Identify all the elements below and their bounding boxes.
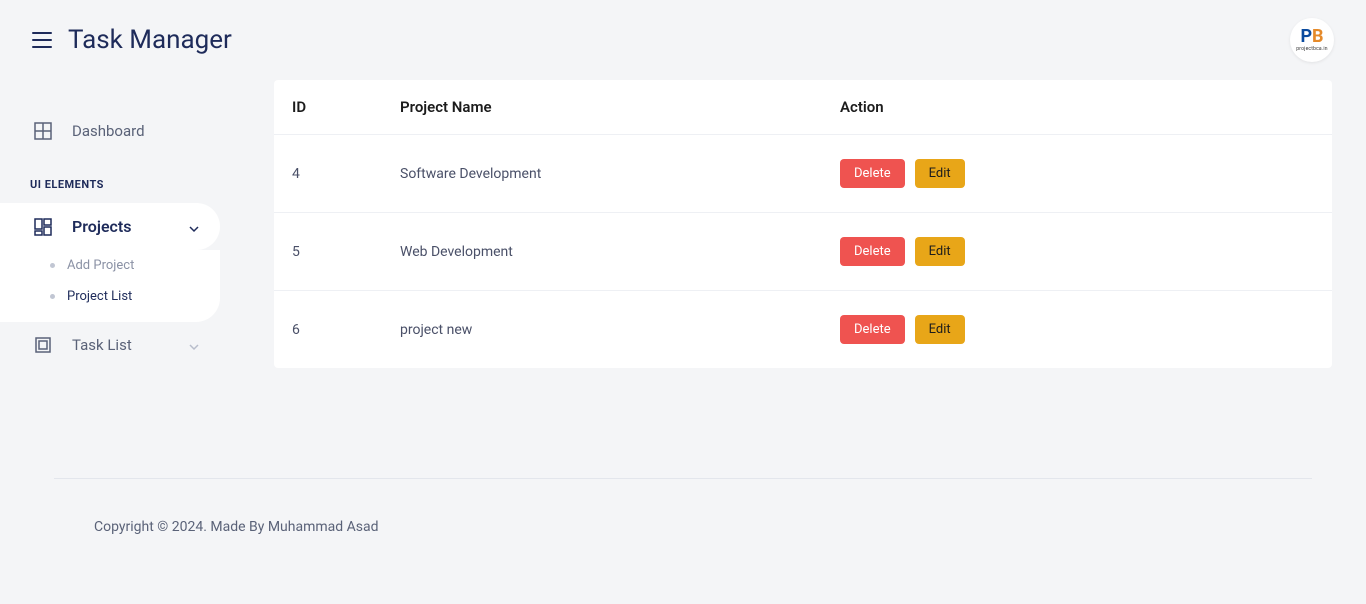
sidebar-item-label: Task List (72, 336, 132, 354)
sidebar-item-label: Dashboard (72, 122, 145, 140)
cell-action: Delete Edit (824, 213, 1332, 291)
layout: Dashboard UI ELEMENTS Projects Add Proje… (0, 80, 1366, 408)
logo[interactable]: PB projectbca.in (1290, 18, 1334, 62)
edit-button[interactable]: Edit (915, 159, 965, 188)
footer: Copyright © 2024. Made By Muhammad Asad (54, 478, 1312, 535)
cell-name: Software Development (384, 135, 824, 213)
project-table-card: ID Project Name Action 4Software Develop… (274, 80, 1332, 368)
sidebar-subitem-add-project[interactable]: Add Project (0, 250, 220, 281)
projects-icon (34, 218, 52, 236)
delete-button[interactable]: Delete (840, 159, 905, 188)
table-row: 5Web Development Delete Edit (274, 213, 1332, 291)
table-header-row: ID Project Name Action (274, 80, 1332, 135)
cell-id: 5 (274, 213, 384, 291)
header-left: Task Manager (32, 25, 232, 55)
main-content: ID Project Name Action 4Software Develop… (220, 80, 1366, 408)
sidebar-section-label: UI ELEMENTS (0, 152, 220, 203)
sidebar-item-dashboard[interactable]: Dashboard (0, 110, 220, 152)
project-table: ID Project Name Action 4Software Develop… (274, 80, 1332, 368)
sidebar-submenu-projects: Add Project Project List (0, 250, 220, 322)
cell-action: Delete Edit (824, 135, 1332, 213)
bullet-icon (50, 294, 55, 299)
table-row: 6project new Delete Edit (274, 291, 1332, 369)
sidebar: Dashboard UI ELEMENTS Projects Add Proje… (0, 80, 220, 408)
sidebar-subitem-label: Add Project (67, 258, 134, 273)
hamburger-icon[interactable] (32, 32, 52, 48)
cell-id: 4 (274, 135, 384, 213)
table-row: 4Software Development Delete Edit (274, 135, 1332, 213)
bullet-icon (50, 263, 55, 268)
logo-subtext: projectbca.in (1296, 46, 1327, 52)
app-title: Task Manager (68, 25, 232, 55)
table-header-name: Project Name (384, 80, 824, 135)
sidebar-item-task-list[interactable]: Task List (0, 322, 220, 368)
cell-action: Delete Edit (824, 291, 1332, 369)
table-header-id: ID (274, 80, 384, 135)
cell-name: project new (384, 291, 824, 369)
footer-text: Copyright © 2024. Made By Muhammad Asad (94, 519, 379, 535)
cell-name: Web Development (384, 213, 824, 291)
cell-id: 6 (274, 291, 384, 369)
edit-button[interactable]: Edit (915, 237, 965, 266)
sidebar-item-projects[interactable]: Projects (0, 203, 220, 250)
logo-text: PB (1300, 28, 1323, 46)
grid-icon (34, 122, 52, 140)
sidebar-item-label: Projects (72, 217, 132, 236)
edit-button[interactable]: Edit (915, 315, 965, 344)
delete-button[interactable]: Delete (840, 315, 905, 344)
sidebar-subitem-project-list[interactable]: Project List (0, 281, 220, 312)
chevron-down-icon (188, 221, 200, 233)
task-list-icon (34, 336, 52, 354)
table-header-action: Action (824, 80, 1332, 135)
sidebar-subitem-label: Project List (67, 289, 132, 304)
delete-button[interactable]: Delete (840, 237, 905, 266)
header: Task Manager PB projectbca.in (0, 0, 1366, 80)
chevron-down-icon (188, 339, 200, 351)
